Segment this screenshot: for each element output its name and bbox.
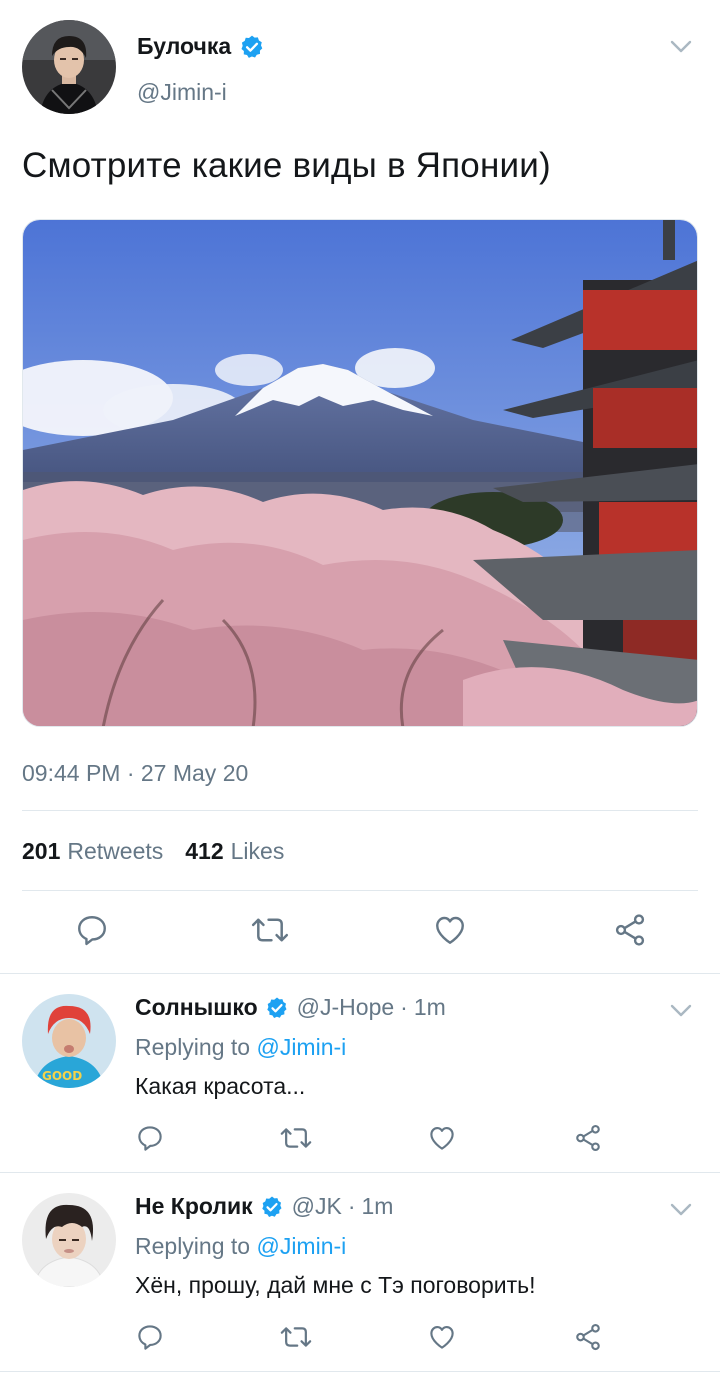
chevron-down-icon[interactable]: [670, 1004, 692, 1018]
reply-header: Не Кролик @JK · 1m: [135, 1193, 393, 1220]
reply-icon: [74, 912, 110, 953]
tweet-timestamp[interactable]: 09:44 PM · 27 May 20: [22, 760, 248, 787]
reply-author-name[interactable]: Солнышко: [135, 994, 258, 1021]
retweets-label: Retweets: [67, 838, 164, 864]
share-icon: [573, 1123, 603, 1158]
likes-stat[interactable]: 412 Likes: [185, 838, 284, 865]
reply-text: Какая красота...: [135, 1073, 306, 1099]
retweet-icon: [280, 1322, 312, 1357]
reply-button[interactable]: [70, 910, 114, 954]
verified-badge-icon: [239, 34, 265, 60]
reply-button[interactable]: [132, 1124, 168, 1156]
retweet-icon: [280, 1123, 312, 1158]
reply-time: 1m: [413, 994, 446, 1020]
retweets-stat[interactable]: 201 Retweets: [22, 838, 163, 865]
chevron-down-icon[interactable]: [670, 40, 692, 54]
likes-count: 412: [185, 838, 224, 864]
retweet-icon: [251, 912, 289, 953]
divider: [0, 1371, 720, 1372]
author-name[interactable]: Булочка: [137, 33, 231, 60]
reply-text: Хён, прошу, дай мне с Тэ поговорить!: [135, 1272, 536, 1298]
share-button[interactable]: [570, 1323, 606, 1355]
divider: [22, 890, 698, 891]
separator-dot: ·: [400, 994, 408, 1020]
replying-prefix: Replying to: [135, 1233, 251, 1259]
likes-label: Likes: [230, 838, 285, 864]
separator-dot: ·: [347, 1193, 356, 1219]
retweets-count: 201: [22, 838, 61, 864]
replying-to: Replying to @Jimin-i: [135, 1034, 346, 1061]
retweet-button[interactable]: [278, 1124, 314, 1156]
divider: [22, 810, 698, 811]
tweet-text: Смотрите какие виды в Японии): [22, 146, 551, 185]
author-avatar[interactable]: [22, 20, 116, 114]
reply-avatar[interactable]: [22, 1193, 116, 1287]
share-icon: [573, 1322, 603, 1357]
reply-avatar[interactable]: GOOD: [22, 994, 116, 1088]
reply-icon: [135, 1123, 165, 1158]
tweet-image[interactable]: [22, 219, 698, 727]
verified-badge-icon: [265, 996, 289, 1020]
main-tweet: Булочка @Jimin-i Смотрите какие виды в Я…: [0, 0, 720, 974]
share-button[interactable]: [608, 910, 652, 954]
author-handle: @Jimin-i: [137, 79, 227, 105]
replying-prefix: Replying to: [135, 1034, 251, 1060]
reply-button[interactable]: [132, 1323, 168, 1355]
reply-author-handle: @JK: [291, 1193, 342, 1219]
replying-to-link[interactable]: @Jimin-i: [256, 1034, 346, 1060]
like-button[interactable]: [428, 910, 472, 954]
author-name-row: Булочка: [137, 33, 265, 60]
reply-tweet[interactable]: GOOD Солнышко @J-Hope · 1m Replying to @…: [0, 974, 720, 1172]
svg-text:GOOD: GOOD: [42, 1069, 82, 1083]
retweet-button[interactable]: [278, 1323, 314, 1355]
reply-author-name[interactable]: Не Кролик: [135, 1193, 253, 1220]
like-button[interactable]: [424, 1124, 460, 1156]
verified-badge-icon: [260, 1195, 284, 1219]
retweet-button[interactable]: [248, 910, 292, 954]
heart-icon: [426, 1123, 458, 1158]
like-button[interactable]: [424, 1323, 460, 1355]
tweet-stats: 201 Retweets 412 Likes: [22, 838, 306, 865]
heart-icon: [426, 1322, 458, 1357]
replying-to-link[interactable]: @Jimin-i: [256, 1233, 346, 1259]
chevron-down-icon[interactable]: [670, 1203, 692, 1217]
reply-header: Солнышко @J-Hope · 1m: [135, 994, 446, 1021]
share-button[interactable]: [570, 1124, 606, 1156]
share-icon: [612, 912, 648, 953]
reply-tweet[interactable]: Не Кролик @JK · 1m Replying to @Jimin-i …: [0, 1173, 720, 1371]
reply-time: 1m: [361, 1193, 394, 1219]
tweet-actions: [0, 910, 720, 954]
heart-icon: [431, 912, 469, 953]
reply-icon: [135, 1322, 165, 1357]
reply-author-handle: @J-Hope: [296, 994, 395, 1020]
replying-to: Replying to @Jimin-i: [135, 1233, 346, 1260]
